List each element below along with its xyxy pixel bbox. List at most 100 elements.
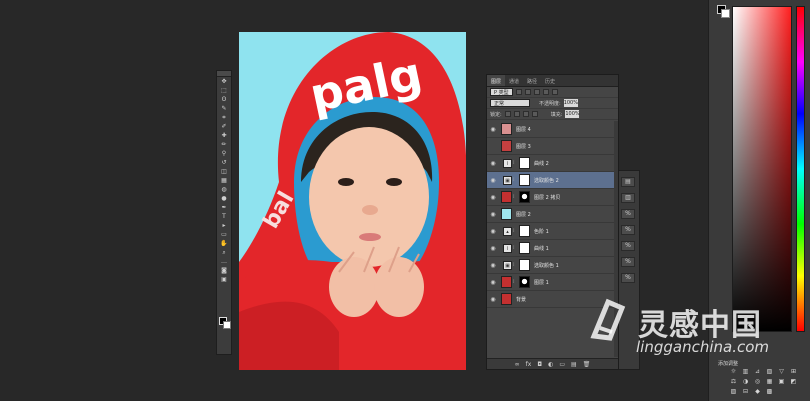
strip-button-5[interactable]: % (621, 241, 635, 251)
adjustment-layer-icon[interactable]: ◐ (548, 361, 553, 368)
layer-name[interactable]: 选取颜色 1 (534, 262, 559, 269)
adjustment-10-icon[interactable]: ▣ (778, 378, 785, 385)
layer-thumbnail[interactable] (501, 140, 512, 152)
layer-thumbnail[interactable] (501, 191, 512, 203)
shape-tool-icon[interactable]: ▭ (217, 231, 231, 239)
adjustment-3-icon[interactable]: ▧ (766, 368, 773, 375)
mask-link-icon[interactable]: ⁞ (513, 228, 517, 234)
marquee-tool-icon[interactable]: ⬚ (217, 87, 231, 95)
strip-button-1[interactable]: ▤ (621, 177, 635, 187)
layer-row[interactable]: ◉ ⁞ 图层 1 (487, 274, 618, 291)
layer-thumbnail[interactable] (501, 123, 512, 135)
history-brush-tool-icon[interactable]: ↺ (217, 159, 231, 167)
mask-link-icon[interactable]: ⁞ (513, 245, 517, 251)
layer-row[interactable]: ◉ 图层 2 (487, 206, 618, 223)
layer-row[interactable]: ◉ 图层 3 (487, 138, 618, 155)
blend-mode-select[interactable]: 正常 (490, 99, 530, 107)
visibility-eye-icon[interactable]: ◉ (487, 245, 499, 252)
opacity-input[interactable]: 100% (563, 99, 578, 107)
layer-row[interactable]: ◉ ⌇ ⁞ 曲线 2 (487, 155, 618, 172)
mask-link-icon[interactable]: ⁞ (513, 177, 517, 183)
quick-mask-tool-icon[interactable]: ◙ (217, 267, 231, 275)
layer-name[interactable]: 选取颜色 2 (534, 177, 559, 184)
dock-background-swatch[interactable] (721, 9, 730, 18)
adjustment-12-icon[interactable]: ▨ (730, 388, 737, 395)
adjustment-14-icon[interactable]: ◆ (754, 388, 761, 395)
layer-row[interactable]: ◉ ⌇ ⁞ 曲线 1 (487, 240, 618, 257)
layer-name[interactable]: 图层 4 (516, 126, 531, 133)
mask-link-icon[interactable]: ⁞ (513, 160, 517, 166)
visibility-eye-icon[interactable]: ◉ (487, 228, 499, 235)
strip-button-7[interactable]: % (621, 273, 635, 283)
mask-link-icon[interactable]: ⁞ (513, 262, 517, 268)
layer-mask-thumbnail[interactable] (519, 191, 530, 203)
filter-adjust-icon[interactable] (524, 89, 531, 95)
screen-mode-tool-icon[interactable]: ▣ (217, 276, 231, 284)
adjustment-2-icon[interactable]: ⊿ (754, 368, 761, 375)
curves-adjustment-icon[interactable]: ⌇ (503, 158, 512, 168)
document-canvas[interactable]: palg bal (239, 32, 466, 370)
brush-tool-icon[interactable]: ✏ (217, 141, 231, 149)
filter-type-icon[interactable] (533, 89, 540, 95)
filter-shape-icon[interactable] (542, 89, 549, 95)
adjustment-15-icon[interactable]: ▩ (766, 388, 773, 395)
eraser-tool-icon[interactable]: ◫ (217, 168, 231, 176)
layer-row[interactable]: ◉ ▴ ⁞ 色阶 1 (487, 223, 618, 240)
layer-row[interactable]: ◉ 图层 4 (487, 121, 618, 138)
visibility-eye-icon[interactable]: ◉ (487, 262, 499, 269)
move-tool-icon[interactable]: ✥ (217, 78, 231, 86)
layer-mask-thumbnail[interactable] (519, 259, 530, 271)
layer-row[interactable]: ◉ ▣ ⁞ 选取颜色 2 (487, 172, 618, 189)
fill-input[interactable]: 100% (565, 110, 580, 118)
layer-mask-thumbnail[interactable] (519, 174, 530, 186)
zoom-tool-icon[interactable]: ⌕ (217, 249, 231, 257)
adjustment-8-icon[interactable]: ◎ (754, 378, 761, 385)
fx-icon[interactable]: fx (526, 361, 532, 368)
filter-smart-icon[interactable] (551, 89, 558, 95)
pen-tool-icon[interactable]: ✒ (217, 204, 231, 212)
new-group-icon[interactable]: ▭ (559, 361, 565, 368)
layer-thumbnail[interactable] (501, 276, 512, 288)
layer-row[interactable]: ◉ ⁞ 图层 2 拷贝 (487, 189, 618, 206)
layer-name[interactable]: 图层 1 (534, 279, 549, 286)
layer-mask-thumbnail[interactable] (519, 242, 530, 254)
layer-thumbnail[interactable] (501, 208, 512, 220)
selective-adjustment-icon[interactable]: ▣ (503, 175, 512, 185)
filter-pixel-icon[interactable] (515, 89, 522, 95)
stamp-tool-icon[interactable]: ⚲ (217, 150, 231, 158)
layer-name[interactable]: 背景 (516, 296, 526, 303)
lock-position-icon[interactable] (522, 111, 529, 117)
layer-mask-thumbnail[interactable] (519, 157, 530, 169)
lock-image-icon[interactable] (513, 111, 520, 117)
lock-transparent-icon[interactable] (504, 111, 511, 117)
path-select-tool-icon[interactable]: ▸ (217, 222, 231, 230)
tab-channels[interactable]: 通道 (505, 75, 523, 86)
layer-row[interactable]: ◉ ▣ ⁞ 选取颜色 1 (487, 257, 618, 274)
strip-button-4[interactable]: % (621, 225, 635, 235)
more-tool-icon[interactable]: … (217, 258, 231, 266)
adjustment-9-icon[interactable]: ▦ (766, 378, 773, 385)
tab-layers[interactable]: 图层 (487, 75, 506, 86)
layer-name[interactable]: 色阶 1 (534, 228, 549, 235)
layer-name[interactable]: 曲线 2 (534, 160, 549, 167)
hue-slider[interactable] (796, 6, 805, 332)
adjustment-4-icon[interactable]: ▽ (778, 368, 785, 375)
layer-name[interactable]: 图层 3 (516, 143, 531, 150)
layer-thumbnail[interactable] (501, 293, 512, 305)
layer-name[interactable]: 图层 2 拷贝 (534, 194, 560, 201)
layer-name[interactable]: 图层 2 (516, 211, 531, 218)
adjustment-6-icon[interactable]: ⚖ (730, 378, 737, 385)
tools-grip[interactable] (217, 71, 231, 77)
filter-kind-select[interactable]: P 类型 (490, 88, 513, 96)
strip-button-6[interactable]: % (621, 257, 635, 267)
hand-tool-icon[interactable]: ✋ (217, 240, 231, 248)
adjustment-13-icon[interactable]: ⊟ (742, 388, 749, 395)
blur-tool-icon[interactable]: ◍ (217, 186, 231, 194)
color-saturation-field[interactable] (732, 6, 792, 332)
quick-select-tool-icon[interactable]: ✎ (217, 105, 231, 113)
selective-adjustment-icon[interactable]: ▣ (503, 260, 512, 270)
tab-paths[interactable]: 路径 (523, 75, 541, 86)
visibility-eye-icon[interactable]: ◉ (487, 143, 499, 150)
visibility-eye-icon[interactable]: ◉ (487, 160, 499, 167)
adjustment-5-icon[interactable]: ⊞ (790, 368, 797, 375)
